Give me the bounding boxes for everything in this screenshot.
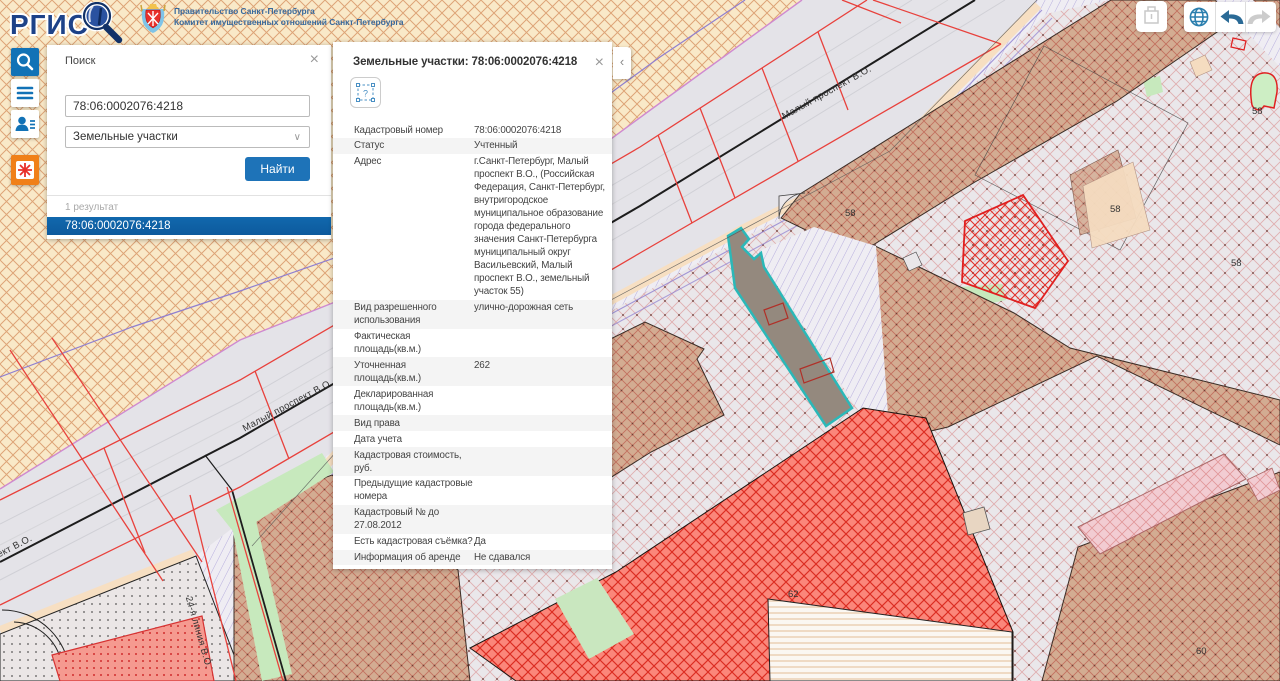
- svg-text:?: ?: [363, 89, 368, 99]
- svg-text:58: 58: [1110, 204, 1121, 215]
- svg-text:62: 62: [788, 589, 799, 600]
- svg-text:РГИС: РГИС: [10, 9, 89, 40]
- svg-text:58: 58: [1252, 106, 1263, 117]
- svg-text:60: 60: [1196, 646, 1207, 657]
- svg-text:58: 58: [845, 208, 856, 219]
- svg-text:58: 58: [1231, 258, 1242, 269]
